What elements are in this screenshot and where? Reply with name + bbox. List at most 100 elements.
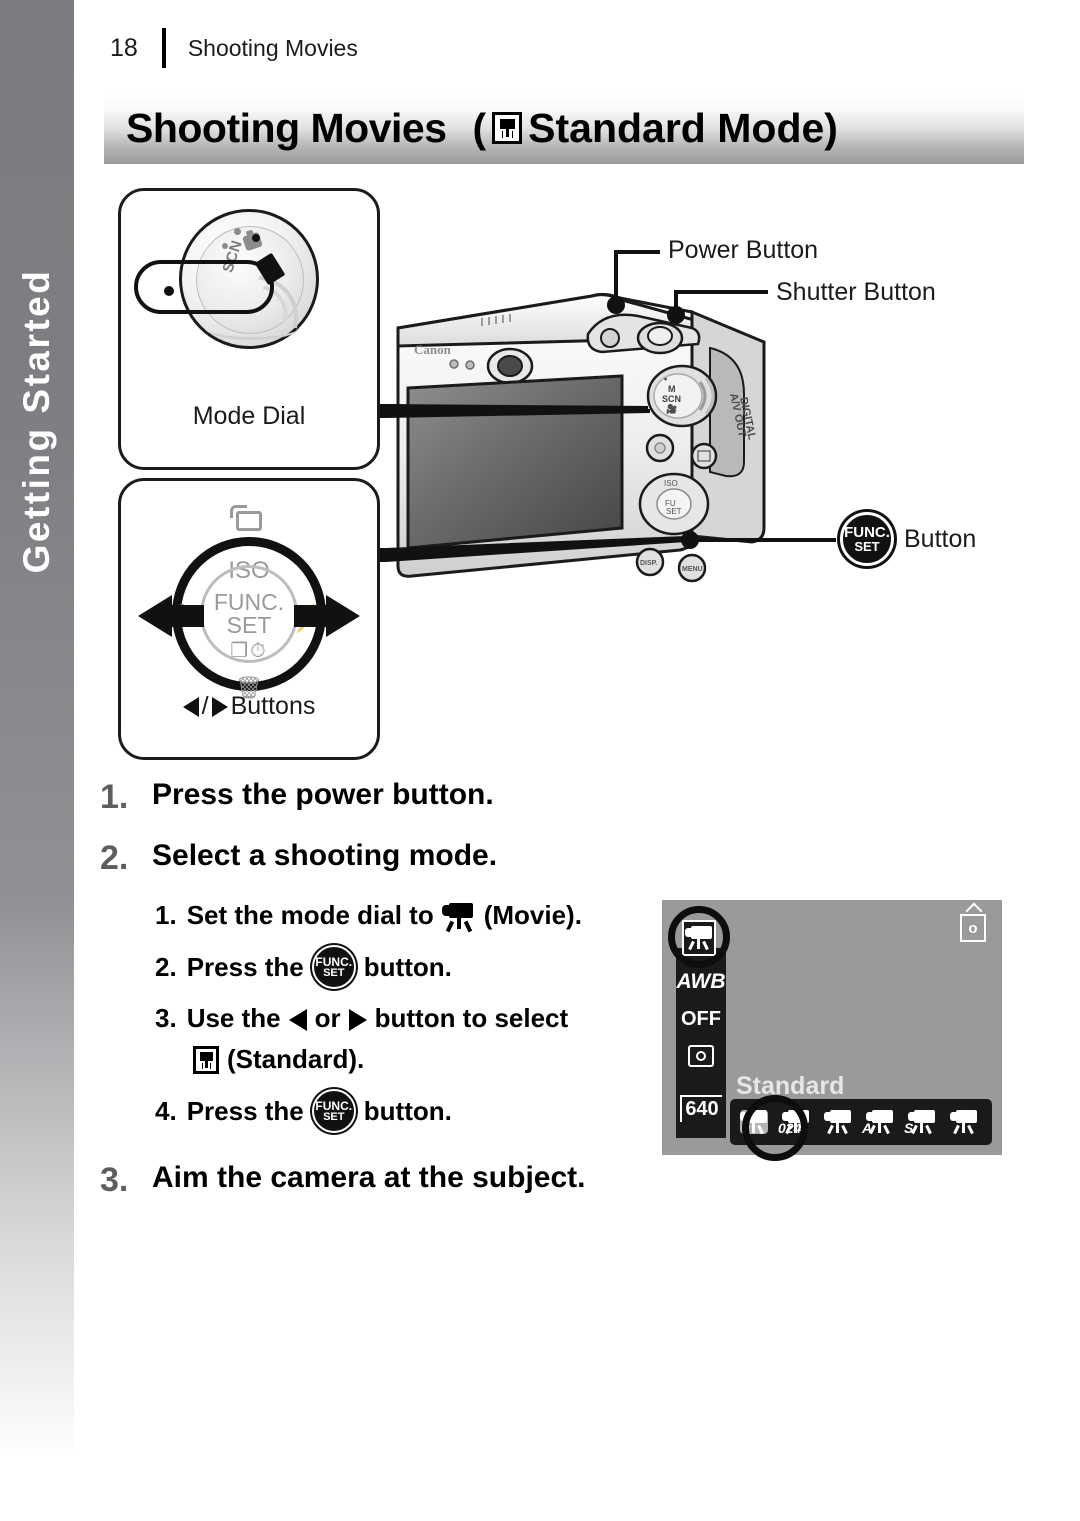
funcset-icon-line2: SET bbox=[323, 1110, 345, 1123]
title-mode-text: Standard Mode bbox=[528, 104, 825, 151]
steps-list: 1. Press the power button. 2. Select a s… bbox=[100, 778, 680, 1222]
mode-dial-callout-box: SCN Mode Dial bbox=[118, 188, 380, 470]
step-2: 2. Select a shooting mode. bbox=[100, 839, 680, 878]
funcset-icon-line1: FUNC. bbox=[315, 1098, 353, 1113]
running-head: 18 Shooting Movies bbox=[110, 28, 358, 68]
substep-4-pre: Press the bbox=[186, 1095, 304, 1126]
funcset-icon: FUNC. SET bbox=[311, 945, 356, 989]
camera-illustration: A/V OUT DIGITAL Canon ▪ M SCN 🎥 ISO FU S… bbox=[396, 292, 766, 583]
page-title: Shooting Movies bbox=[126, 104, 447, 151]
jump-icon bbox=[230, 505, 262, 531]
substep-3-number: 3. bbox=[155, 1003, 177, 1033]
resolution-indicator: 640 bbox=[680, 1095, 722, 1122]
flash-off-indicator: OFF bbox=[681, 1008, 721, 1030]
substep-1-pre: Set the mode dial to bbox=[186, 900, 434, 930]
lr-buttons-callout-box: ISO ❀ ⚡ ❐⏱ 🗑 FUNC. SET / Buttons bbox=[118, 478, 380, 760]
step-1-number: 1. bbox=[100, 778, 129, 816]
funcset-center: FUNC. SET bbox=[200, 565, 298, 663]
step-1: 1. Press the power button. bbox=[100, 778, 680, 817]
funcset-icon: FUNC. SET bbox=[311, 1089, 356, 1133]
mode-option-special[interactable] bbox=[950, 1110, 978, 1134]
funcset-button-label: Button bbox=[904, 524, 977, 553]
mode-dial-highlight bbox=[134, 260, 274, 314]
substep-4: 4. Press the FUNC. SET button. bbox=[155, 1089, 680, 1133]
svg-text:🎥: 🎥 bbox=[666, 403, 677, 414]
svg-text:MENU: MENU bbox=[682, 566, 703, 573]
mode-option-color-swap-a[interactable]: A bbox=[862, 1110, 894, 1136]
title-banner: Shooting Movies ( Standard Mode ) bbox=[104, 92, 1024, 164]
right-arrow-icon bbox=[348, 1008, 367, 1031]
substep-4-post: button. bbox=[363, 1095, 452, 1126]
funcset-icon-line1: FUNC. bbox=[315, 954, 353, 969]
funcset-icon-line1: FUNC. bbox=[844, 524, 890, 541]
funcset-icon: FUNC. SET bbox=[840, 512, 894, 566]
svg-text:DISP.: DISP. bbox=[640, 560, 657, 567]
funcset-center-line1: FUNC. bbox=[213, 589, 285, 615]
lr-buttons-label-text: Buttons bbox=[230, 692, 316, 720]
movie-icon bbox=[441, 902, 476, 929]
title-paren-close: ) bbox=[824, 104, 838, 151]
left-arrow-glyph bbox=[182, 696, 199, 717]
running-head-rule bbox=[161, 28, 166, 68]
running-head-title: Shooting Movies bbox=[187, 34, 358, 61]
substep-1: 1. Set the mode dial to (Movie). bbox=[155, 900, 680, 931]
step-3-number: 3. bbox=[100, 1161, 129, 1199]
step-2-number: 2. bbox=[100, 839, 129, 877]
manual-page: Getting Started 18 Shooting Movies Shoot… bbox=[0, 0, 1080, 1521]
substep-3-pre: Use the bbox=[186, 1003, 281, 1033]
substep-1-post: (Movie). bbox=[483, 900, 582, 930]
evaluative-metering-icon bbox=[688, 1045, 714, 1067]
substep-3-line2-text: (Standard). bbox=[227, 1044, 365, 1074]
control-ring-graphic: ISO ❀ ⚡ ❐⏱ 🗑 FUNC. SET bbox=[138, 505, 360, 700]
funcset-icon-line2: SET bbox=[854, 539, 880, 554]
step-2-text: Select a shooting mode. bbox=[152, 839, 498, 872]
svg-text:M: M bbox=[668, 384, 676, 394]
substep-3: 3. Use the or button to select bbox=[155, 1003, 680, 1034]
substep-4-number: 4. bbox=[155, 1095, 177, 1126]
page-number: 18 bbox=[110, 33, 138, 62]
svg-text:SCN: SCN bbox=[662, 394, 681, 404]
funcset-icon-line2: SET bbox=[323, 966, 345, 979]
step-3: 3. Aim the camera at the subject. bbox=[100, 1161, 680, 1200]
funcset-button-callout: FUNC. SET Button bbox=[840, 512, 976, 566]
substep-3-post: button to select bbox=[374, 1003, 569, 1033]
selected-mode-label: Standard bbox=[736, 1072, 845, 1100]
chapter-tab: Getting Started bbox=[0, 0, 74, 1450]
chapter-tab-label: Getting Started bbox=[16, 268, 57, 574]
substep-3-line2: (Standard). bbox=[193, 1044, 680, 1075]
substep-2-pre: Press the bbox=[186, 951, 304, 982]
mode-icon-highlight-bottom bbox=[742, 1095, 808, 1161]
shutter-button-label: Shutter Button bbox=[776, 278, 936, 306]
substep-3-mid: or bbox=[314, 1003, 341, 1033]
power-button-label: Power Button bbox=[668, 236, 819, 264]
left-arrow-icon bbox=[138, 595, 172, 637]
mode-dial-label: Mode Dial bbox=[192, 402, 306, 430]
standard-movie-icon bbox=[492, 112, 523, 144]
right-arrow-glyph bbox=[211, 696, 228, 717]
left-arrow-icon bbox=[288, 1008, 307, 1031]
lr-buttons-label: / Buttons bbox=[121, 692, 377, 721]
mode-option-color-swap-s[interactable]: S bbox=[904, 1110, 936, 1136]
step-3-text: Aim the camera at the subject. bbox=[152, 1161, 586, 1194]
right-arrow-icon bbox=[326, 595, 360, 637]
svg-text:▪: ▪ bbox=[664, 374, 667, 384]
svg-text:Canon: Canon bbox=[414, 342, 452, 357]
svg-text:ISO: ISO bbox=[664, 479, 678, 488]
substep-2-post: button. bbox=[363, 951, 452, 982]
substep-1-number: 1. bbox=[155, 900, 177, 930]
substeps-list: 1. Set the mode dial to (Movie). 2. Pres… bbox=[155, 900, 680, 1133]
white-balance-indicator: AWB bbox=[676, 970, 726, 993]
standard-movie-icon bbox=[193, 1045, 219, 1074]
step-1-text: Press the power button. bbox=[152, 778, 494, 811]
lcd-status-column: AWB OFF 640 bbox=[676, 948, 726, 1138]
title-paren-open: ( bbox=[472, 104, 487, 151]
mode-dial-graphic: SCN bbox=[134, 209, 319, 349]
print-share-icon: o bbox=[960, 914, 986, 942]
substep-2: 2. Press the FUNC. SET button. bbox=[155, 945, 680, 989]
substep-2-number: 2. bbox=[155, 951, 177, 982]
mode-option-color-accent[interactable] bbox=[824, 1110, 852, 1134]
mode-icon-highlight-top bbox=[668, 906, 730, 968]
lcd-screen-mock: AWB OFF 640 o Standard 024 A S bbox=[662, 900, 1002, 1161]
funcset-center-line2: SET bbox=[226, 612, 272, 638]
svg-text:SET: SET bbox=[666, 507, 682, 516]
